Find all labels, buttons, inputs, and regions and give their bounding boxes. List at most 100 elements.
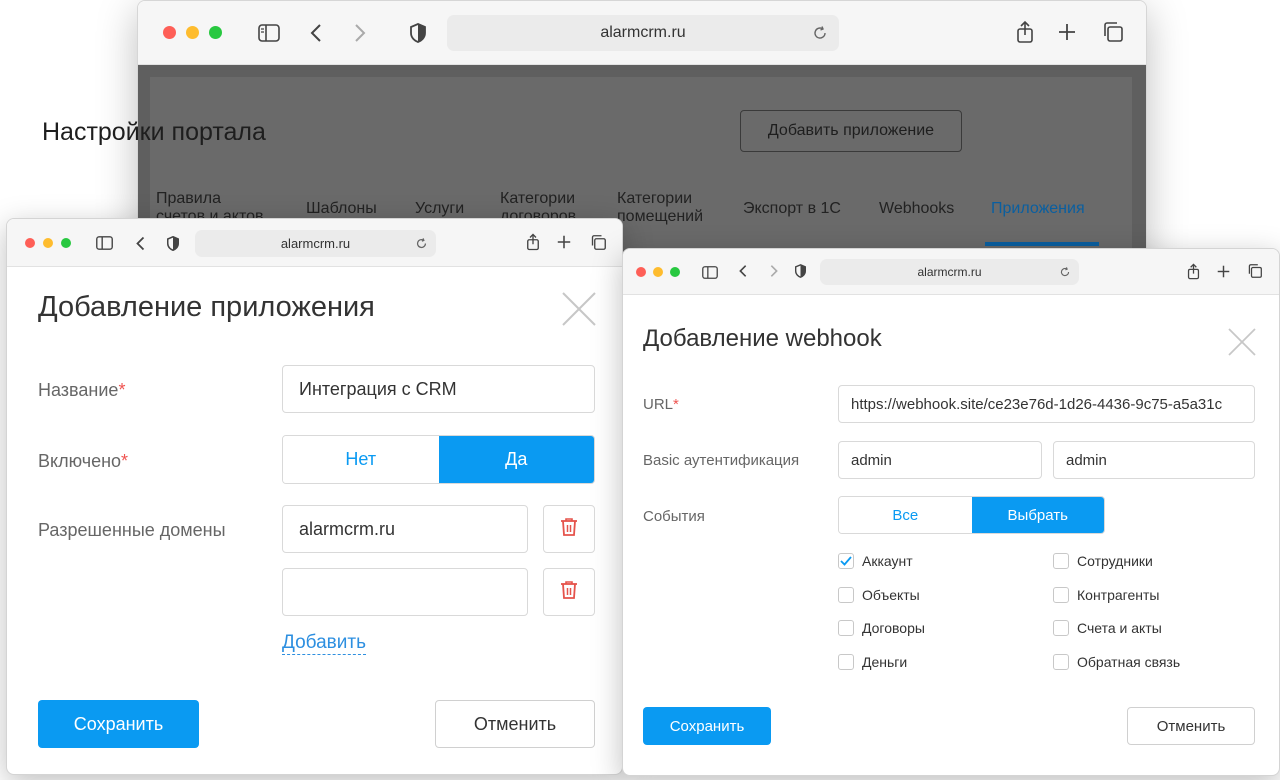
- tab-label-line1: Категории: [500, 190, 576, 207]
- auth-username-value: admin: [851, 451, 892, 469]
- checkbox[interactable]: [1053, 553, 1069, 569]
- domains-label: Разрешенные домены: [38, 520, 226, 540]
- event-checkbox-account[interactable]: Аккаунт: [838, 553, 913, 569]
- shield-icon[interactable]: [408, 21, 428, 45]
- events-toggle[interactable]: Все Выбрать: [838, 496, 1105, 534]
- add-domain-link[interactable]: Добавить: [282, 632, 366, 655]
- tab-webhooks[interactable]: Webhooks: [879, 200, 954, 218]
- auth-password-value: admin: [1066, 451, 1107, 469]
- tab-overview-icon[interactable]: [1101, 21, 1125, 43]
- auth-password-input[interactable]: admin: [1053, 441, 1255, 479]
- delete-domain-button[interactable]: [543, 568, 595, 616]
- tab-overview-icon[interactable]: [1247, 263, 1263, 279]
- event-checkbox-money[interactable]: Деньги: [838, 654, 907, 670]
- events-option-select[interactable]: Выбрать: [971, 497, 1104, 533]
- back-arrow-icon[interactable]: [133, 233, 147, 253]
- name-input[interactable]: Интеграция с CRM: [282, 365, 595, 413]
- tab-label-line1: Правила: [156, 190, 221, 207]
- page-title: Настройки портала: [42, 118, 266, 146]
- checkbox[interactable]: [1053, 587, 1069, 603]
- auth-username-input[interactable]: admin: [838, 441, 1042, 479]
- event-checkbox-feedback[interactable]: Обратная связь: [1053, 654, 1180, 670]
- close-icon[interactable]: [561, 291, 597, 327]
- enabled-label-text: Включено: [38, 451, 122, 471]
- add-app-button[interactable]: Добавить приложение: [740, 110, 962, 152]
- share-icon[interactable]: [1013, 19, 1037, 45]
- new-tab-icon[interactable]: [1056, 21, 1078, 43]
- maximize-window-button[interactable]: [61, 238, 71, 248]
- tab-label-line1: Услуги: [415, 200, 465, 217]
- enabled-option-no[interactable]: Нет: [283, 436, 439, 483]
- forward-arrow-icon[interactable]: [350, 21, 370, 45]
- event-checkbox-invoices[interactable]: Счета и акты: [1053, 620, 1162, 636]
- event-label: Объекты: [862, 587, 920, 603]
- tab-label-line1: Webhooks: [879, 200, 955, 217]
- checkbox[interactable]: [838, 654, 854, 670]
- checkbox[interactable]: [838, 587, 854, 603]
- address-bar[interactable]: alarmcrm.ru: [447, 15, 839, 51]
- tab-label-line1: Приложения: [991, 200, 1085, 217]
- address-bar[interactable]: alarmcrm.ru: [195, 230, 436, 257]
- share-icon[interactable]: [1185, 261, 1201, 281]
- maximize-window-button[interactable]: [209, 26, 222, 39]
- minimize-window-button[interactable]: [186, 26, 199, 39]
- tab-templates[interactable]: Шаблоны: [306, 200, 377, 218]
- tab-export-1c[interactable]: Экспорт в 1С: [743, 200, 841, 218]
- forward-arrow-icon[interactable]: [768, 262, 780, 280]
- new-tab-icon[interactable]: [1216, 263, 1230, 279]
- checkbox[interactable]: [1053, 654, 1069, 670]
- save-button[interactable]: Сохранить: [643, 707, 771, 745]
- browser-window-add-webhook: alarmcrm.ru Добавление webhook URL* http…: [622, 248, 1280, 776]
- address-bar-url: alarmcrm.ru: [600, 24, 686, 41]
- new-tab-icon[interactable]: [556, 233, 572, 251]
- address-bar-url: alarmcrm.ru: [917, 265, 982, 279]
- tab-overview-icon[interactable]: [589, 233, 607, 251]
- domain-input[interactable]: alarmcrm.ru: [282, 505, 528, 553]
- close-icon[interactable]: [1228, 328, 1256, 356]
- reload-icon[interactable]: [414, 236, 428, 251]
- enabled-label: Включено*: [38, 451, 128, 472]
- sidebar-icon[interactable]: [94, 233, 114, 253]
- checkbox[interactable]: [1053, 620, 1069, 636]
- url-input-value: https://webhook.site/ce23e76d-1d26-4436-…: [851, 395, 1223, 413]
- domain-input[interactable]: [282, 568, 528, 616]
- tab-room-categories[interactable]: Категории помещений: [617, 190, 703, 226]
- back-arrow-icon[interactable]: [737, 262, 749, 280]
- tab-label-line2: помещений: [617, 208, 704, 225]
- address-bar[interactable]: alarmcrm.ru: [820, 259, 1079, 285]
- reload-icon[interactable]: [1059, 265, 1071, 279]
- checkbox[interactable]: [838, 620, 854, 636]
- enabled-toggle[interactable]: Нет Да: [282, 435, 595, 484]
- events-option-all[interactable]: Все: [839, 497, 972, 533]
- maximize-window-button[interactable]: [670, 267, 680, 277]
- close-window-button[interactable]: [25, 238, 35, 248]
- event-checkbox-objects[interactable]: Объекты: [838, 587, 920, 603]
- close-window-button[interactable]: [636, 267, 646, 277]
- tab-applications[interactable]: Приложения: [991, 200, 1085, 218]
- modal-title: Добавление webhook: [643, 325, 882, 352]
- minimize-window-button[interactable]: [43, 238, 53, 248]
- minimize-window-button[interactable]: [653, 267, 663, 277]
- cancel-button[interactable]: Отменить: [1127, 707, 1255, 745]
- modal-title: Добавление приложения: [38, 291, 375, 323]
- checkbox-checked[interactable]: [838, 553, 854, 569]
- tab-services[interactable]: Услуги: [415, 200, 464, 218]
- url-label: URL*: [643, 396, 679, 413]
- event-checkbox-employees[interactable]: Сотрудники: [1053, 553, 1153, 569]
- reload-icon[interactable]: [811, 23, 829, 43]
- save-button[interactable]: Сохранить: [38, 700, 199, 748]
- sidebar-icon[interactable]: [256, 21, 282, 45]
- url-input[interactable]: https://webhook.site/ce23e76d-1d26-4436-…: [838, 385, 1255, 423]
- shield-icon[interactable]: [165, 233, 181, 253]
- required-mark: *: [673, 396, 679, 413]
- sidebar-icon[interactable]: [701, 263, 719, 281]
- shield-icon[interactable]: [793, 262, 807, 280]
- delete-domain-button[interactable]: [543, 505, 595, 553]
- close-window-button[interactable]: [163, 26, 176, 39]
- share-icon[interactable]: [524, 231, 542, 253]
- cancel-button[interactable]: Отменить: [435, 700, 595, 748]
- event-checkbox-counterparties[interactable]: Контрагенты: [1053, 587, 1159, 603]
- back-arrow-icon[interactable]: [306, 21, 326, 45]
- event-checkbox-contracts[interactable]: Договоры: [838, 620, 925, 636]
- enabled-option-yes[interactable]: Да: [438, 436, 594, 483]
